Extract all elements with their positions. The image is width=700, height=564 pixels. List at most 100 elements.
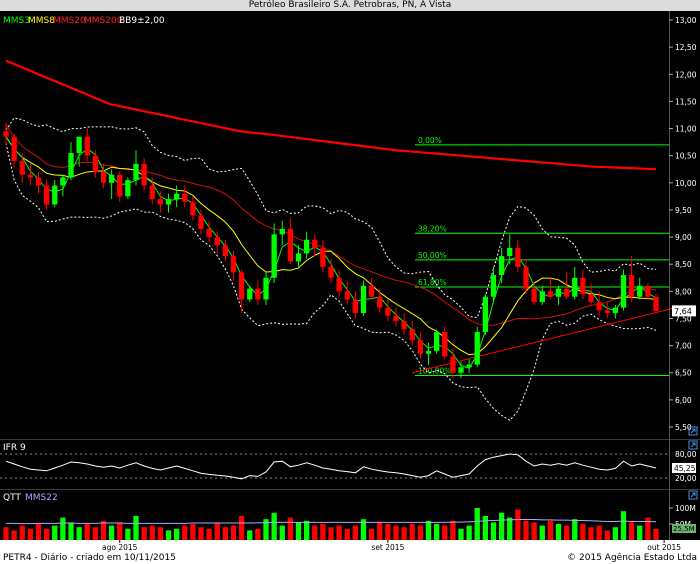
price-tick-label: 6,50 [675,369,692,378]
candle-body [271,234,277,278]
candle-body [620,275,627,308]
candle-body [466,364,472,368]
candle-body [645,285,651,297]
volume-bar [466,525,472,540]
footer-right: © 2015 Agência Estado Ltda [567,553,697,563]
volume-bar [458,528,464,540]
last-price-label: 7,64 [674,307,692,316]
ifr-last-label: 45,25 [674,464,696,473]
legend-mms20: MMS20 [53,16,86,26]
volume-bar [555,524,562,540]
volume-bar [580,524,586,540]
volume-bar [19,525,25,540]
candle-body [230,256,237,273]
volume-bar [165,530,172,540]
volume-bar [271,512,277,540]
volume-bar [385,524,391,540]
volume-bar [312,525,318,540]
volume-panel-title: QTT [3,493,21,503]
candle-body [628,275,635,297]
candle-body [173,193,180,200]
candle-body [125,180,131,197]
candle-body [360,285,367,314]
ifr-last-tag: 45,25 [672,463,696,473]
volume-bar [393,525,399,540]
candle-body [482,296,489,333]
candle-body [68,152,74,178]
candle-body [433,332,440,352]
ifr-tick-label: 80,00 [675,450,697,459]
legend-mms3: MMS3 [3,16,30,26]
candle-body [157,199,164,205]
candle-body [498,256,505,276]
candle-body [555,288,562,297]
volume-bar [653,528,659,540]
candle-body [547,291,554,297]
volume-bar [507,517,513,540]
volume-last-label: 25,5M [673,525,695,533]
legend-bb: BB9±2,00 [119,16,165,26]
candle-body [563,288,570,297]
candle-body [417,340,424,354]
volume-bar [35,524,42,540]
volume-bar [3,527,9,540]
volume-bar [133,516,139,540]
volume-bar [588,527,594,540]
volume-bar [628,522,635,540]
candle-body [637,285,643,297]
candle-body [190,201,196,216]
volume-bar [279,525,285,540]
volume-bar [547,520,554,540]
candle-body [352,299,359,314]
candle-body [198,215,204,229]
volume-bar [141,527,147,540]
candle-body [100,171,107,183]
footer-left: PETR4 - Diário - criado em 10/11/2015 [3,553,176,563]
volume-bar [52,525,58,540]
candle-body [604,310,610,314]
volume-bar [368,528,375,540]
last-price-tag: 7,64 [672,305,696,317]
price-tick-label: 7,00 [675,342,692,351]
candle-body [531,288,537,303]
candle-body [393,315,399,322]
volume-bar [336,525,342,540]
candle-body [84,136,90,156]
candle-body [368,285,375,297]
volume-bar [60,517,66,540]
candle-body [312,239,318,248]
volume-bar [620,511,627,540]
volume-bar [425,520,432,540]
legend-mms8: MMS8 [28,16,55,26]
candle-body [328,266,334,278]
volume-bar [433,524,440,540]
volume-bar [157,527,164,540]
volume-bar [230,525,237,540]
volume-bar [173,528,180,540]
volume-bar [482,516,489,540]
volume-bar [190,524,196,540]
candle-body [19,161,25,175]
candle-body [588,294,594,303]
candle-body [653,296,659,311]
legend-mms200: MMS200 [84,16,123,26]
candle-body [279,228,285,235]
volume-bar [84,524,90,540]
volume-bar [222,527,229,540]
price-tick-label: 9,00 [675,233,692,242]
candle-body [344,291,350,300]
candle-body [539,291,545,303]
candle-body [60,177,66,186]
volume-tick-label: 100M [675,504,696,513]
candle-body [149,185,155,200]
candle-body [222,245,229,257]
candle-body [425,351,432,354]
price-tick-label: 6,00 [675,396,692,405]
candle-body [206,228,212,238]
candle-body [287,228,294,262]
x-tick-label: ago 2015 [102,543,138,552]
candle-body [117,174,123,197]
candle-body [490,275,497,297]
candle-body [108,174,115,183]
candle-body [35,177,42,186]
